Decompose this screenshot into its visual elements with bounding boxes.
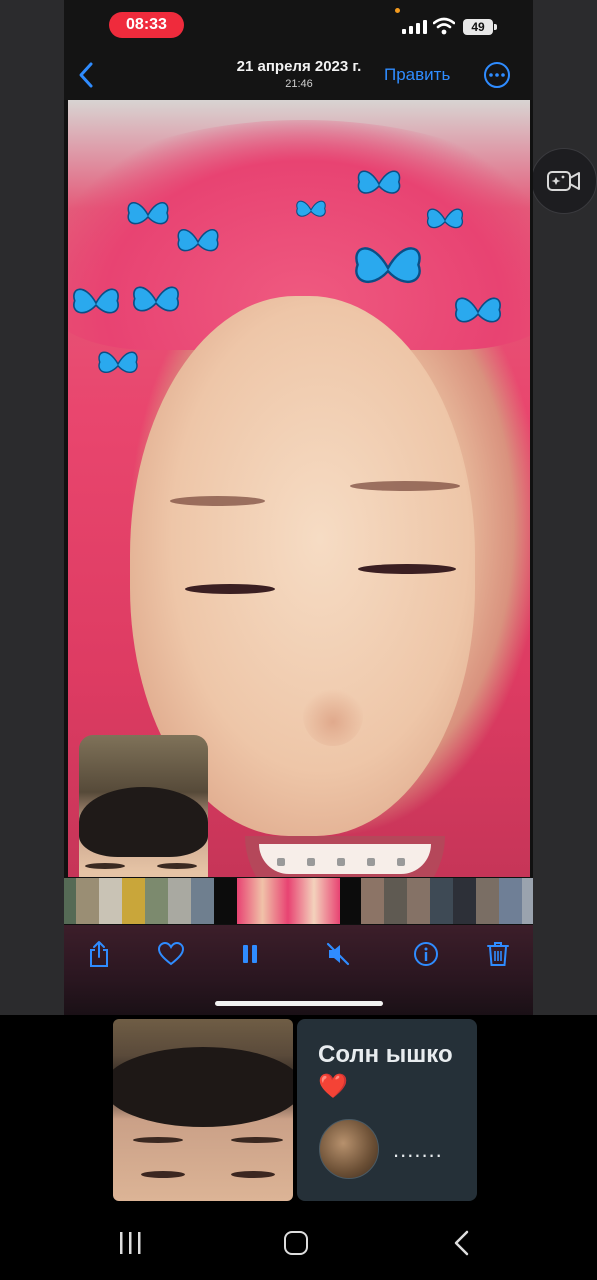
photo-viewer: 08:33 49 21 апреля 2023 г. 21:46 Править	[64, 0, 533, 1015]
butterfly-filter-icon	[357, 170, 401, 194]
preview-brow-left	[133, 1137, 183, 1143]
thumbnail	[213, 878, 237, 924]
preview-eye-right	[231, 1171, 275, 1178]
preview-eye-left	[141, 1171, 185, 1178]
home-indicator[interactable]	[215, 1001, 383, 1006]
photo-toolbar	[64, 925, 533, 1015]
pause-icon	[243, 945, 257, 963]
camera-preview-thumbnail[interactable]	[113, 1019, 293, 1201]
preview-brow-right	[231, 1137, 283, 1143]
butterfly-filter-icon	[296, 200, 326, 217]
brace	[277, 858, 285, 866]
video-effects-button[interactable]	[531, 148, 597, 214]
info-button[interactable]	[411, 939, 441, 969]
info-icon	[414, 942, 438, 966]
left-gutter	[0, 0, 64, 1015]
thumbnail[interactable]	[499, 878, 523, 924]
battery-level: 49	[463, 19, 493, 35]
thumbnail[interactable]	[430, 878, 454, 924]
thumbnail[interactable]	[167, 878, 191, 924]
thumbnail[interactable]	[64, 878, 76, 924]
photo-nose	[303, 686, 363, 746]
mute-icon	[326, 942, 350, 966]
heart-icon	[158, 942, 184, 966]
butterfly-filter-icon	[177, 229, 219, 252]
thumbnail[interactable]	[190, 878, 214, 924]
contact-avatar	[319, 1119, 379, 1179]
thumbnail[interactable]	[384, 878, 408, 924]
butterfly-filter-icon	[133, 286, 179, 312]
contact-name: Солн ышко ❤️	[318, 1041, 453, 1100]
brace	[397, 858, 405, 866]
favorite-button[interactable]	[156, 939, 186, 969]
thumbnail[interactable]	[453, 878, 477, 924]
thumbnail	[340, 878, 362, 924]
android-back-icon[interactable]	[452, 1230, 470, 1256]
thumbnail-selected[interactable]	[236, 878, 289, 924]
mute-button[interactable]	[323, 939, 353, 969]
main-photo[interactable]	[68, 100, 530, 877]
photo-eye-left	[185, 584, 275, 594]
delete-button[interactable]	[483, 939, 513, 969]
status-time[interactable]: 08:33	[109, 12, 184, 38]
share-icon	[90, 941, 108, 967]
back-chevron-icon[interactable]	[74, 60, 98, 90]
message-preview: .......	[393, 1137, 443, 1162]
edit-button[interactable]: Править	[384, 65, 450, 85]
recent-apps-icon[interactable]	[118, 1231, 142, 1255]
screen: 08:33 49 21 апреля 2023 г. 21:46 Править…	[0, 0, 597, 1280]
butterfly-filter-icon	[355, 247, 421, 283]
butterfly-filter-icon	[98, 351, 138, 374]
brace	[367, 858, 375, 866]
pip-hair	[79, 787, 208, 857]
share-button[interactable]	[84, 939, 114, 969]
brace	[307, 858, 315, 866]
photo-smile	[245, 836, 445, 877]
butterfly-filter-icon	[426, 208, 464, 229]
photo-date: 21 апреля 2023 г.	[236, 58, 362, 75]
thumbnail[interactable]	[75, 878, 99, 924]
photo-eye-right	[358, 564, 456, 574]
butterfly-filter-icon	[455, 297, 501, 323]
mic-indicator	[395, 8, 400, 13]
wifi-icon	[433, 17, 455, 35]
more-button[interactable]	[484, 62, 510, 88]
thumbnail[interactable]	[407, 878, 431, 924]
thumbnail[interactable]	[121, 878, 145, 924]
thumbnail-selected[interactable]	[288, 878, 341, 924]
pip-brow-right	[157, 863, 197, 869]
photo-brow-right	[350, 481, 460, 491]
butterfly-filter-icon	[127, 202, 169, 225]
photo-brow-left	[170, 496, 265, 506]
ellipsis-icon	[489, 73, 505, 77]
pause-button[interactable]	[235, 939, 265, 969]
thumbnail-strip[interactable]	[64, 877, 533, 925]
cellular-signal-icon	[402, 20, 427, 34]
thumbnail[interactable]	[522, 878, 533, 924]
pip-brow-left	[85, 863, 125, 869]
thumbnail[interactable]	[144, 878, 168, 924]
battery-tip	[494, 24, 497, 30]
photo-time: 21:46	[285, 78, 313, 90]
facetime-self-view[interactable]	[79, 735, 208, 877]
thumbnail[interactable]	[361, 878, 385, 924]
photo-teeth	[259, 844, 431, 874]
butterfly-filter-icon	[73, 288, 119, 314]
status-bar: 08:33 49	[64, 0, 533, 48]
trash-icon	[487, 942, 509, 966]
brace	[337, 858, 345, 866]
message-notification-card[interactable]: Солн ышко ❤️ .......	[297, 1019, 477, 1201]
thumbnail[interactable]	[476, 878, 500, 924]
preview-hair	[113, 1047, 293, 1127]
video-camera-sparkle-icon	[547, 171, 580, 191]
home-icon[interactable]	[284, 1231, 308, 1255]
nav-bar: 21 апреля 2023 г. 21:46 Править	[64, 48, 533, 100]
thumbnail[interactable]	[98, 878, 122, 924]
